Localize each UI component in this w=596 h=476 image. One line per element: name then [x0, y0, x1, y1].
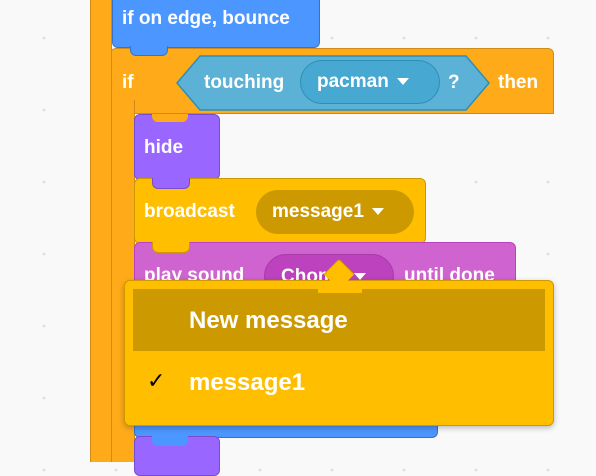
- broadcast-message-menu[interactable]: message1: [256, 190, 414, 234]
- broadcast-block-tab: [152, 178, 190, 189]
- bounce-label: if on edge, bounce: [122, 8, 290, 29]
- dropdown-item-label: New message: [189, 307, 348, 334]
- touching-label: touching: [204, 72, 285, 93]
- if-label: if: [122, 72, 134, 93]
- broadcast-message-dropdown: New message ✓ message1: [124, 280, 554, 426]
- touching-target-value: pacman: [317, 71, 389, 92]
- chevron-down-icon: [396, 78, 409, 86]
- check-icon: ✓: [147, 368, 166, 393]
- dropdown-item-label: message1: [189, 369, 306, 396]
- broadcast-label: broadcast: [144, 201, 235, 222]
- hide-label: hide: [144, 137, 184, 158]
- play-sound-block-tab: [152, 242, 190, 253]
- broadcast-message-value: message1: [272, 201, 364, 222]
- dropdown-arrow-cover: [318, 281, 362, 293]
- motion-block-tab: [130, 46, 168, 56]
- dropdown-item-message1[interactable]: ✓ message1: [133, 351, 545, 413]
- touching-target-menu[interactable]: pacman: [300, 60, 440, 104]
- outer-c-block-arm[interactable]: [90, 0, 112, 462]
- looks-block-tab: [152, 436, 188, 446]
- chevron-down-icon: [371, 208, 384, 216]
- question-label: ?: [448, 72, 460, 93]
- hide-block-tab: [152, 114, 188, 122]
- dropdown-item-new-message[interactable]: New message: [133, 289, 545, 351]
- then-label: then: [498, 72, 539, 93]
